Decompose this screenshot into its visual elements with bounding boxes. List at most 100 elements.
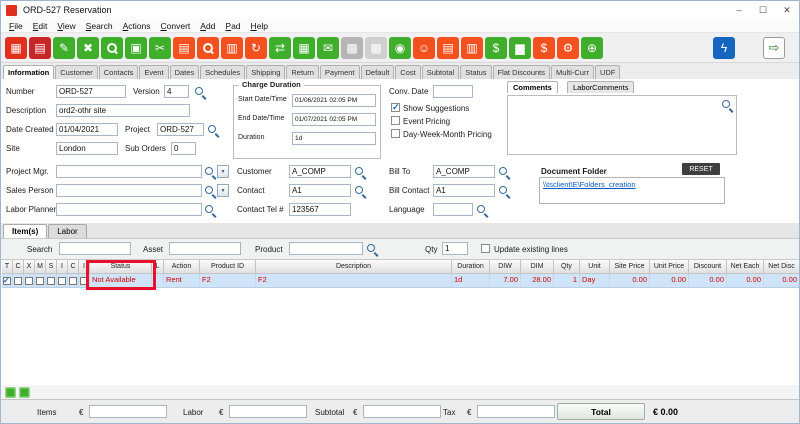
grid-col-header-action[interactable]: Action xyxy=(164,260,200,274)
sales-person-search-icon[interactable] xyxy=(204,185,216,197)
transfer-icon[interactable]: ⇄ xyxy=(269,37,291,59)
tax-field[interactable] xyxy=(477,405,555,418)
row-flag-checkbox[interactable] xyxy=(3,277,11,285)
grid-cell-action[interactable]: Rent xyxy=(164,274,200,288)
grid-cell-t[interactable] xyxy=(2,274,13,288)
grid-footer-button-1[interactable] xyxy=(5,387,16,398)
bill-to-field[interactable] xyxy=(433,165,495,178)
tab-flat-discounts[interactable]: Flat Discounts xyxy=(493,65,551,79)
grid-footer-button-2[interactable] xyxy=(19,387,30,398)
grid-col-header-net-disc[interactable]: Net Disc xyxy=(764,260,799,274)
grid-col-header-diw[interactable]: DIW xyxy=(490,260,521,274)
grid-col-header-c[interactable]: C xyxy=(13,260,24,274)
close-button[interactable]: ✕ xyxy=(775,1,799,19)
cut-icon[interactable]: ✂ xyxy=(149,37,171,59)
event-pricing-checkbox[interactable] xyxy=(391,116,400,125)
tab-cost[interactable]: Cost xyxy=(395,65,420,79)
grid-cell-s[interactable] xyxy=(46,274,57,288)
menu-item-help[interactable]: Help xyxy=(246,21,273,31)
menu-item-pad[interactable]: Pad xyxy=(220,21,245,31)
comments-box[interactable] xyxy=(507,95,737,155)
share-icon[interactable]: ◉ xyxy=(389,37,411,59)
version-field[interactable] xyxy=(164,85,189,98)
product-search-icon[interactable] xyxy=(366,243,378,255)
sub-orders-field[interactable] xyxy=(171,142,196,155)
number-field[interactable] xyxy=(56,85,126,98)
copy-icon[interactable]: ▣ xyxy=(125,37,147,59)
chat-icon[interactable]: ✉ xyxy=(317,37,339,59)
contact-tel-field[interactable] xyxy=(289,203,351,216)
sales-person-field[interactable] xyxy=(56,184,202,197)
day-week-month-pricing-checkbox[interactable] xyxy=(391,129,400,138)
grid-cell-c[interactable] xyxy=(68,274,79,288)
grid-col-header-net-each[interactable]: Net Each xyxy=(727,260,764,274)
contact-field[interactable] xyxy=(289,184,351,197)
project-mgr-dropdown[interactable] xyxy=(217,165,229,178)
grid-cell-discount[interactable]: 0.00 xyxy=(689,274,727,288)
grid-col-header-discount[interactable]: Discount xyxy=(689,260,727,274)
grid-cell-x[interactable] xyxy=(24,274,35,288)
invoice-icon[interactable]: ▥ xyxy=(461,37,483,59)
bill-contact-field[interactable] xyxy=(433,184,495,197)
tab-contacts[interactable]: Contacts xyxy=(99,65,139,79)
product-input[interactable] xyxy=(289,242,363,255)
maximize-button[interactable]: ☐ xyxy=(751,1,775,19)
start-datetime-field[interactable] xyxy=(292,94,376,107)
grid-col-header-i[interactable]: I xyxy=(79,260,90,274)
grid-cell-m[interactable] xyxy=(35,274,46,288)
globe-icon[interactable]: ⊕ xyxy=(581,37,603,59)
comments-search-icon[interactable] xyxy=(721,99,733,111)
menu-item-view[interactable]: View xyxy=(52,21,80,31)
save-icon[interactable]: ▦ xyxy=(5,37,27,59)
project-mgr-search-icon[interactable] xyxy=(204,166,216,178)
dollar-icon[interactable]: $ xyxy=(533,37,555,59)
document-icon[interactable]: ▤ xyxy=(437,37,459,59)
settings-icon[interactable]: ⚙ xyxy=(557,37,579,59)
contact-search-icon[interactable] xyxy=(354,185,366,197)
grid-cell-unit-price[interactable]: 0.00 xyxy=(650,274,689,288)
menu-item-convert[interactable]: Convert xyxy=(156,21,196,31)
delete-icon[interactable]: ✖ xyxy=(77,37,99,59)
row-flag-checkbox[interactable] xyxy=(47,277,55,285)
asset-input[interactable] xyxy=(169,242,241,255)
grid-col-header-x[interactable]: X xyxy=(24,260,35,274)
edit-icon[interactable]: ✎ xyxy=(53,37,75,59)
grid-cell-product-id[interactable]: F2 xyxy=(200,274,256,288)
grid-cell-status[interactable]: Not Available xyxy=(90,274,152,288)
grid-col-header-s[interactable]: S xyxy=(46,260,57,274)
tab-udf[interactable]: UDF xyxy=(595,65,620,79)
grid-col-header-description[interactable]: Description xyxy=(256,260,452,274)
tab-payment[interactable]: Payment xyxy=(320,65,360,79)
tab-multi-curr[interactable]: Multi-Curr xyxy=(551,65,594,79)
sales-person-dropdown[interactable] xyxy=(217,184,229,197)
money-icon[interactable]: $ xyxy=(485,37,507,59)
grid-col-header-t[interactable]: T xyxy=(2,260,13,274)
tab-status[interactable]: Status xyxy=(460,65,491,79)
grid-col-header-i[interactable]: I xyxy=(57,260,68,274)
bill-contact-search-icon[interactable] xyxy=(498,185,510,197)
labor-planner-search-icon[interactable] xyxy=(204,204,216,216)
number-search-icon[interactable] xyxy=(194,86,206,98)
item-search-input[interactable] xyxy=(59,242,131,255)
project-field[interactable] xyxy=(157,123,204,136)
tab-default[interactable]: Default xyxy=(361,65,395,79)
grid-col-header-product-id[interactable]: Product ID xyxy=(200,260,256,274)
tab-items[interactable]: Item(s) xyxy=(3,224,47,238)
grid-icon[interactable]: ▦ xyxy=(293,37,315,59)
row-flag-checkbox[interactable] xyxy=(25,277,33,285)
menu-item-edit[interactable]: Edit xyxy=(28,21,53,31)
paste-icon[interactable]: ▤ xyxy=(173,37,195,59)
language-search-icon[interactable] xyxy=(476,204,488,216)
inactive-icon-2[interactable]: ▩ xyxy=(365,37,387,59)
customer-search-icon[interactable] xyxy=(354,166,366,178)
language-field[interactable] xyxy=(433,203,473,216)
menu-item-add[interactable]: Add xyxy=(195,21,220,31)
end-datetime-field[interactable] xyxy=(292,113,376,126)
customer-field[interactable] xyxy=(289,165,351,178)
smiley-icon[interactable]: ☺ xyxy=(413,37,435,59)
reset-button[interactable]: RESET xyxy=(682,163,720,175)
labor-total-field[interactable] xyxy=(229,405,307,418)
tab-labor[interactable]: Labor xyxy=(48,224,86,238)
grid-col-header-qty[interactable]: Qty xyxy=(554,260,580,274)
tab-information[interactable]: Information xyxy=(3,65,54,79)
